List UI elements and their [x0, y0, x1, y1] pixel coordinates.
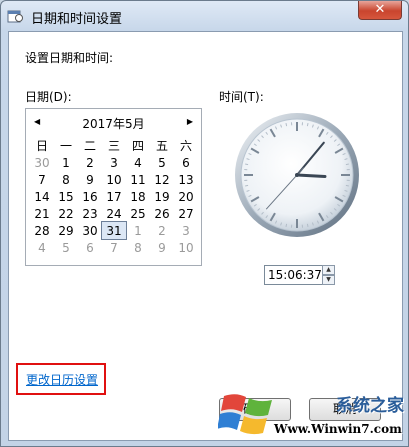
calendar-day[interactable]: 17 [102, 188, 126, 205]
calendar-day[interactable]: 4 [30, 239, 54, 256]
spin-up-icon[interactable]: ▲ [322, 265, 335, 275]
calendar-day[interactable]: 22 [54, 205, 78, 222]
dialog-body: 设置日期和时间: 日期(D): 时间(T): ◀ 2017年5月 ▶ 日 一 二… [8, 31, 403, 441]
calendar-day[interactable]: 7 [102, 239, 126, 256]
clock-minute-tick [245, 184, 249, 187]
next-month-icon[interactable]: ▶ [187, 117, 193, 126]
calendar-day[interactable]: 26 [150, 205, 174, 222]
watermark-url: Www.Winwin7.com [274, 422, 402, 436]
calendar-day[interactable]: 3 [102, 154, 126, 171]
calendar-icon [7, 10, 23, 23]
calendar-day[interactable]: 10 [174, 239, 198, 256]
calendar-day[interactable]: 9 [78, 171, 102, 188]
time-spinner[interactable]: ▲ ▼ [322, 265, 335, 285]
calendar-day[interactable]: 19 [150, 188, 174, 205]
windows-logo-icon [218, 394, 272, 435]
weekday-header: 四 [131, 139, 144, 153]
calendar-day[interactable]: 6 [78, 239, 102, 256]
calendar-week-row: 21 22 23 24 25 26 27 [30, 205, 198, 222]
calendar-day[interactable]: 2 [78, 154, 102, 171]
time-label: 时间(T): [219, 90, 264, 104]
month-calendar[interactable]: ◀ 2017年5月 ▶ 日 一 二 三 四 五 六 30 1 2 3 4 5 6… [25, 108, 202, 266]
weekday-header: 六 [179, 139, 192, 153]
calendar-day[interactable]: 18 [126, 188, 150, 205]
weekday-header: 一 [59, 139, 72, 153]
watermark-brand: 系统之家 [336, 396, 404, 416]
calendar-day[interactable]: 13 [174, 171, 198, 188]
clock-minute-tick [306, 223, 309, 227]
weekday-header: 三 [107, 139, 120, 153]
clock-minute-tick [285, 123, 288, 127]
calendar-day[interactable]: 16 [78, 188, 102, 205]
calendar-day[interactable]: 2 [150, 222, 174, 239]
calendar-day[interactable]: 15 [54, 188, 78, 205]
calendar-day[interactable]: 30 [30, 154, 54, 171]
calendar-day-selected[interactable]: 31 [101, 221, 127, 240]
calendar-day[interactable]: 25 [126, 205, 150, 222]
calendar-day[interactable]: 1 [54, 154, 78, 171]
clock-minute-tick [345, 184, 349, 187]
clock-minute-tick [245, 163, 249, 166]
analog-clock [235, 113, 359, 237]
previous-month-icon[interactable]: ◀ [34, 117, 40, 126]
annotation-highlight-box [16, 363, 106, 395]
calendar-day[interactable]: 6 [174, 154, 198, 171]
calendar-day[interactable]: 5 [54, 239, 78, 256]
close-icon: ✕ [374, 2, 386, 17]
hour-hand [295, 173, 327, 178]
calendar-day[interactable]: 8 [126, 239, 150, 256]
weekday-header: 二 [83, 139, 96, 153]
calendar-day[interactable]: 8 [54, 171, 78, 188]
calendar-grid: 日 一 二 三 四 五 六 30 1 2 3 4 5 6 7 8 9 10 11… [30, 137, 198, 256]
weekday-header-row: 日 一 二 三 四 五 六 [30, 137, 198, 154]
calendar-day[interactable]: 14 [30, 188, 54, 205]
calendar-week-row: 14 15 16 17 18 19 20 [30, 188, 198, 205]
calendar-day[interactable]: 27 [174, 205, 198, 222]
time-input[interactable]: 15:06:37 [264, 265, 324, 285]
title-bar[interactable]: 日期和时间设置 ✕ [1, 1, 408, 31]
calendar-day[interactable]: 11 [126, 171, 150, 188]
calendar-day[interactable]: 10 [102, 171, 126, 188]
clock-minute-tick [285, 223, 288, 227]
calendar-day[interactable]: 30 [78, 222, 102, 239]
calendar-day[interactable]: 21 [30, 205, 54, 222]
calendar-week-row: 7 8 9 10 11 12 13 [30, 171, 198, 188]
page-heading: 设置日期和时间: [25, 51, 114, 65]
site-watermark: 系统之家 Www.Winwin7.com [216, 383, 406, 443]
calendar-day[interactable]: 28 [30, 222, 54, 239]
clock-center [295, 173, 299, 177]
weekday-header: 日 [35, 139, 48, 153]
date-time-settings-window: 日期和时间设置 ✕ 设置日期和时间: 日期(D): 时间(T): ◀ 2017年… [0, 0, 409, 447]
clock-minute-tick [306, 123, 309, 127]
close-button[interactable]: ✕ [358, 1, 402, 20]
calendar-day[interactable]: 4 [126, 154, 150, 171]
calendar-day[interactable]: 24 [102, 205, 126, 222]
window-title: 日期和时间设置 [31, 12, 123, 27]
calendar-day[interactable]: 9 [150, 239, 174, 256]
weekday-header: 五 [155, 139, 168, 153]
calendar-day[interactable]: 5 [150, 154, 174, 171]
calendar-day[interactable]: 29 [54, 222, 78, 239]
calendar-week-row: 30 1 2 3 4 5 6 [30, 154, 198, 171]
calendar-day[interactable]: 20 [174, 188, 198, 205]
calendar-week-row: 4 5 6 7 8 9 10 [30, 239, 198, 256]
calendar-day[interactable]: 12 [150, 171, 174, 188]
calendar-day[interactable]: 7 [30, 171, 54, 188]
date-label: 日期(D): [25, 90, 72, 104]
spin-down-icon[interactable]: ▼ [322, 275, 335, 285]
calendar-day[interactable]: 1 [126, 222, 150, 239]
calendar-month-title[interactable]: 2017年5月 [56, 115, 171, 132]
calendar-day[interactable]: 23 [78, 205, 102, 222]
calendar-week-row: 28 29 30 31 1 2 3 [30, 221, 198, 240]
calendar-day[interactable]: 3 [174, 222, 198, 239]
clock-minute-tick [345, 163, 349, 166]
